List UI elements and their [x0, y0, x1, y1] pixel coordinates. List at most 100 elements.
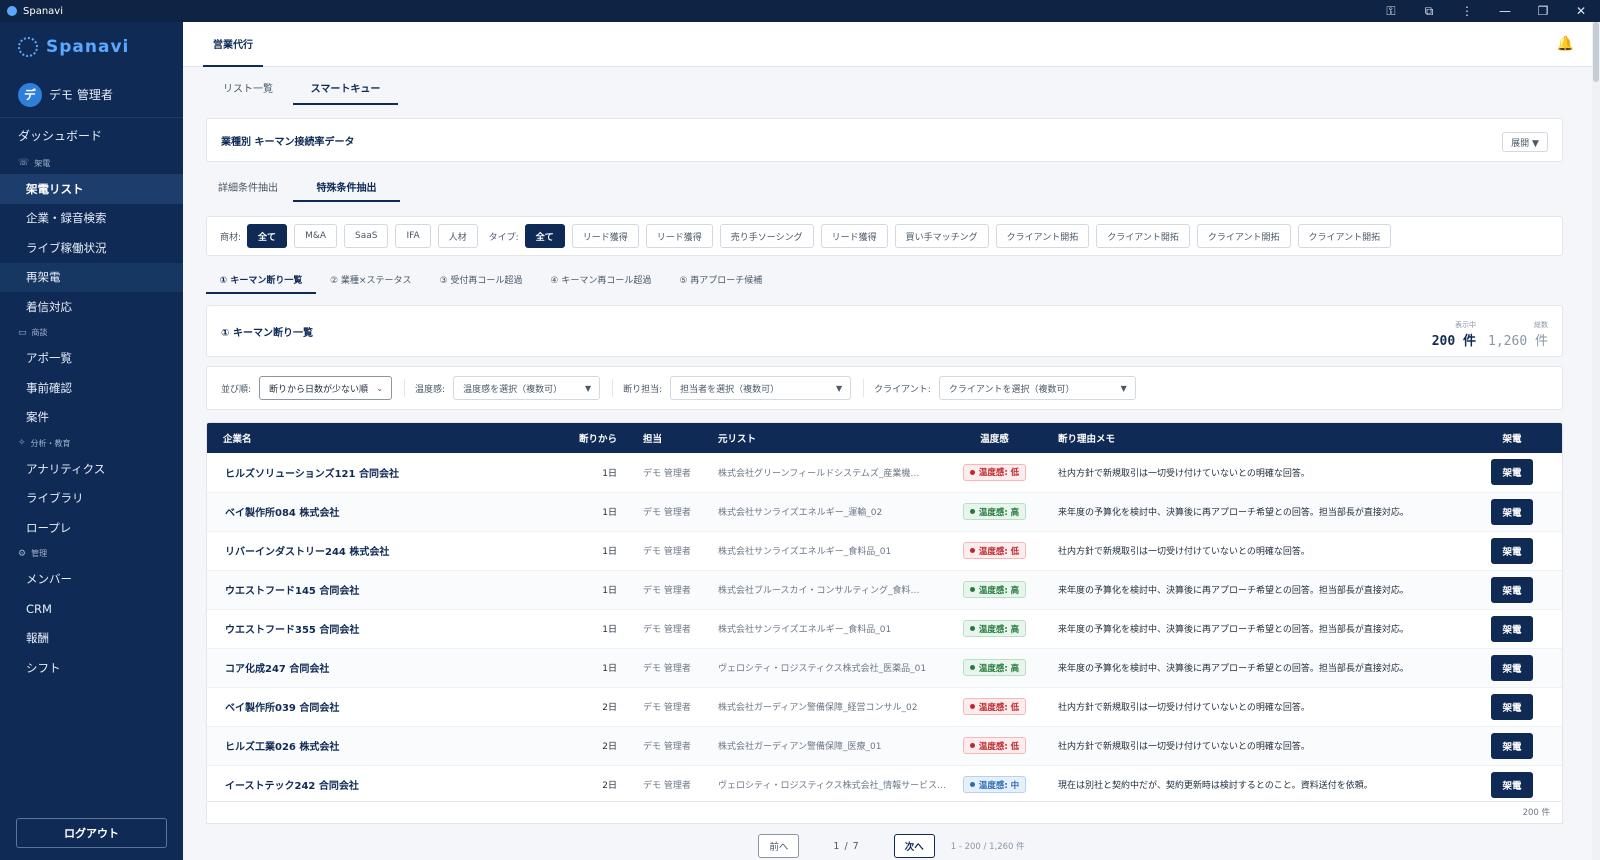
col-company[interactable]: 企業名 [207, 423, 547, 453]
sidebar-item-dashboard[interactable]: ダッシュボード [0, 118, 183, 152]
sort-select[interactable]: 断りから日数が少ない順 ⌄ [259, 376, 393, 400]
product-chip-ma[interactable]: M&A [294, 224, 338, 248]
product-chip-all[interactable]: 全て [247, 224, 288, 248]
tab-industry-status[interactable]: ② 業種×ステータス [316, 270, 425, 294]
type-chip[interactable]: クライアント開拓 [1096, 224, 1190, 248]
call-button[interactable]: 架電 [1491, 498, 1533, 525]
call-button[interactable]: 架電 [1491, 537, 1533, 564]
company-name[interactable]: イーストテック242 合同会社 [207, 765, 547, 801]
owner: デモ 管理者 [643, 508, 691, 518]
col-owner: 担当 [643, 434, 663, 445]
logout-button[interactable]: ログアウト [16, 818, 167, 848]
temperature-badge: 温度感: 高 [962, 581, 1027, 598]
sidebar-item-crm[interactable]: CRM [0, 594, 183, 624]
owner: デモ 管理者 [643, 664, 691, 674]
maximize-icon[interactable]: ❐ [1524, 4, 1562, 18]
company-name[interactable]: ベイ製作所084 株式会社 [207, 492, 547, 531]
sidebar: Spanavi デ デモ 管理者 ダッシュボード ☏ 架電 架電リスト 企業・録音… [0, 22, 183, 860]
call-button[interactable]: 架電 [1491, 576, 1533, 603]
tab-reapproach[interactable]: ⑤ 再アプローチ候補 [665, 270, 776, 294]
temperature-badge: 温度感: 高 [962, 503, 1027, 520]
minimize-icon[interactable]: — [1486, 4, 1524, 18]
page-scrollbar[interactable] [1592, 22, 1600, 860]
tab-keyman-recall[interactable]: ④ キーマン再コール超過 [536, 270, 665, 294]
sidebar-item-incoming[interactable]: 着信対応 [0, 292, 183, 322]
type-chip[interactable]: クライアント開拓 [1196, 224, 1291, 248]
type-chip[interactable]: 買い手マッチング [894, 224, 989, 248]
tab-smart-queue[interactable]: スマートキュー [293, 80, 398, 105]
type-chip[interactable]: リード獲得 [571, 224, 639, 248]
type-chip-all[interactable]: 全て [524, 224, 565, 248]
tab-reception-recall[interactable]: ③ 受付再コール超過 [425, 270, 536, 294]
days-since: 1日 [602, 586, 617, 596]
brand-logo[interactable]: Spanavi [0, 22, 183, 72]
close-icon[interactable]: ✕ [1562, 4, 1600, 18]
type-chip[interactable]: 売り手ソーシング [719, 224, 814, 248]
more-menu-icon[interactable]: ⋮ [1448, 4, 1486, 18]
col-days[interactable]: 断りから [547, 423, 627, 453]
type-chip[interactable]: クライアント開拓 [1297, 224, 1392, 248]
company-name[interactable]: リバーインダストリー244 株式会社 [207, 531, 547, 570]
company-name[interactable]: ウエストフード355 合同会社 [207, 609, 547, 648]
sort-filter-bar: 並び順: 断りから日数が少ない順 ⌄ 温度感: 温度感を選択（複数可） ▼ 断り担当… [206, 366, 1563, 410]
table-row: ウエストフード355 合同会社 1日 デモ 管理者 株式会社サンライズエネルギー_食料… [207, 609, 1562, 648]
type-chip[interactable]: リード獲得 [645, 224, 713, 248]
sidebar-item-precheck[interactable]: 事前確認 [0, 373, 183, 403]
call-button[interactable]: 架電 [1491, 654, 1533, 681]
type-chip[interactable]: リード獲得 [820, 224, 888, 248]
user-profile[interactable]: デ デモ 管理者 [0, 72, 183, 118]
sidebar-item-appointments[interactable]: アポ一覧 [0, 344, 183, 374]
sidebar-item-call-list[interactable]: 架電リスト [0, 174, 183, 204]
key-icon[interactable]: ⚿ [1372, 4, 1410, 19]
sidebar-item-members[interactable]: メンバー [0, 565, 183, 595]
view-tabs: リスト一覧 スマートキュー [203, 80, 398, 105]
company-name[interactable]: コア化成247 合同会社 [207, 648, 547, 687]
call-button[interactable]: 架電 [1491, 732, 1533, 759]
bell-icon[interactable]: 🔔 [1557, 36, 1574, 52]
call-button[interactable]: 架電 [1491, 615, 1533, 642]
product-filter-label: 商材: [220, 232, 242, 243]
next-page-button[interactable]: 次へ [893, 834, 935, 858]
days-since: 2日 [602, 742, 617, 752]
sidebar-item-roleplay[interactable]: ロープレ [0, 513, 183, 543]
extensions-icon[interactable]: ⧉ [1410, 4, 1448, 19]
sidebar-item-library[interactable]: ライブラリ [0, 484, 183, 514]
status-dot-icon [969, 743, 975, 748]
call-button[interactable]: 架電 [1491, 459, 1533, 486]
company-name[interactable]: ヒルズソリューションズ121 合同会社 [207, 453, 547, 492]
company-name[interactable]: ベイ製作所039 合同会社 [207, 687, 547, 726]
owner-select[interactable]: 担当者を選択（複数可） ▼ [670, 376, 852, 400]
tab-special-conditions[interactable]: 特殊条件抽出 [293, 178, 400, 202]
tab-keyman-rejections[interactable]: ① キーマン断り一覧 [206, 270, 316, 294]
sidebar-item-recall[interactable]: 再架電 [0, 262, 183, 292]
company-name[interactable]: ウエストフード145 合同会社 [207, 570, 547, 609]
col-temperature: 温度感 [980, 434, 1009, 445]
tab-sales-agency[interactable]: 営業代行 [203, 22, 263, 67]
product-chip-hr[interactable]: 人材 [437, 224, 478, 248]
type-chip[interactable]: クライアント開拓 [995, 224, 1090, 248]
call-button[interactable]: 架電 [1491, 693, 1533, 720]
product-chip-saas[interactable]: SaaS [344, 224, 389, 248]
company-name[interactable]: ヒルズ工業026 株式会社 [207, 726, 547, 765]
sidebar-item-company-search[interactable]: 企業・録音検索 [0, 204, 183, 234]
temp-select[interactable]: 温度感を選択（複数可） ▼ [453, 376, 601, 400]
sidebar-item-live-status[interactable]: ライブ稼働状況 [0, 233, 183, 263]
calendar-icon: ▭ [18, 327, 27, 338]
days-since: 2日 [602, 781, 617, 791]
tab-detail-conditions[interactable]: 詳細条件抽出 [203, 178, 293, 202]
source-list: 株式会社ガーディアン警備保障_医療_01 [718, 742, 882, 752]
prev-page-button[interactable]: 前へ [758, 834, 800, 858]
sidebar-item-analytics[interactable]: アナリティクス [0, 454, 183, 484]
sidebar-item-shift[interactable]: シフト [0, 653, 183, 683]
expand-button[interactable]: 展開 ▼ [1502, 132, 1548, 152]
source-list: 株式会社サンライズエネルギー_食料品_01 [718, 547, 892, 557]
tab-list-overview[interactable]: リスト一覧 [203, 80, 293, 105]
client-select[interactable]: クライアントを選択（複数可） ▼ [938, 376, 1136, 400]
call-button[interactable]: 架電 [1491, 771, 1533, 798]
sidebar-item-rewards[interactable]: 報酬 [0, 624, 183, 654]
col-call: 架電 [1502, 434, 1522, 445]
col-memo: 断り理由メモ [1058, 434, 1116, 445]
product-chip-ifa[interactable]: IFA [395, 224, 431, 248]
sidebar-item-cases[interactable]: 案件 [0, 403, 183, 433]
temp-label: 温度感: [415, 384, 446, 395]
